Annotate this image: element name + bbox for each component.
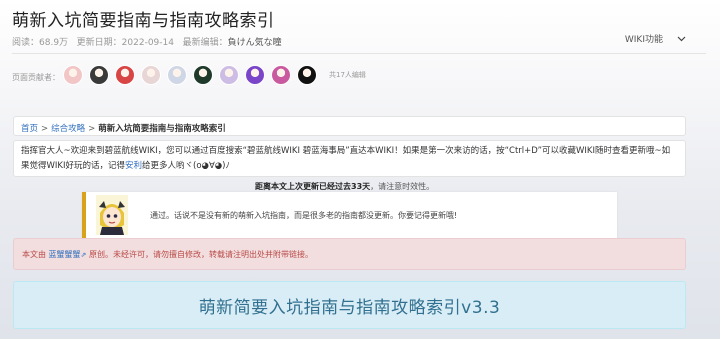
update-hint: ，请注意时效性。 (370, 182, 435, 191)
contributors-label: 页面贡献者： (12, 73, 60, 82)
breadcrumb-separator: > (88, 124, 96, 134)
copyright-notice: 本文由 蓝蟹蟹蟹⇗ 原创。未经许可，请勿擅自修改，转载请注明出处并附带链接。 (13, 238, 686, 270)
breadcrumb-separator: > (41, 124, 49, 134)
contributor-avatar[interactable] (219, 65, 239, 85)
editor-link[interactable]: 負けん気な瞳 (228, 38, 282, 48)
contributor-avatar[interactable] (193, 65, 213, 85)
header-divider (12, 53, 706, 54)
share-link[interactable]: 安利 (125, 161, 142, 171)
contributor-avatar[interactable] (141, 65, 161, 85)
contributor-avatar[interactable] (245, 65, 265, 85)
page-title: 萌新入坑简要指南与指南攻略索引 (12, 11, 275, 31)
updated-value: 2022-09-14 (121, 38, 174, 48)
chevron-down-icon (677, 31, 686, 45)
wiki-function-label: WIKI功能 (624, 34, 663, 45)
guide-banner: 萌新简要入坑指南与指南攻略索引v3.3 (13, 281, 686, 329)
wiki-function-menu[interactable]: WIKI功能 (625, 31, 686, 45)
contributor-avatar[interactable] (63, 65, 83, 85)
contributor-avatar[interactable] (167, 65, 187, 85)
breadcrumb-current: 萌新入坑简要指南与指南攻略索引 (98, 124, 226, 134)
views-label: 阅读： (12, 38, 40, 48)
update-notice: 距离本文上次更新已经过去33天，请注意时效性。 (255, 181, 434, 192)
tip-text: 通过。话说不是没有新的萌新入坑指南，而是很多老的指南都没更新。你要记得更新哦! (150, 210, 458, 220)
character-sticker-image (96, 195, 128, 235)
copyright-prefix: 本文由 (22, 250, 46, 259)
tip-box: 通过。话说不是没有新的萌新入坑指南，而是很多老的指南都没更新。你要记得更新哦! (82, 192, 617, 238)
page-meta: 阅读：68.9万 更新日期：2022-09-14 最新编辑：負けん気な瞳 (12, 35, 282, 48)
copyright-suffix: 原创。未经许可，请勿擅自修改，转载请注明出处并附带链接。 (88, 250, 313, 259)
contributor-avatar[interactable] (89, 65, 109, 85)
breadcrumb-home-link[interactable]: 首页 (21, 124, 38, 134)
external-link-icon: ⇗ (80, 251, 87, 259)
editor-label: 最新编辑： (182, 38, 228, 48)
breadcrumb: 首页 > 综合攻略 > 萌新入坑简要指南与指南攻略索引 (13, 116, 686, 136)
update-days-text: 距离本文上次更新已经过去33天 (255, 182, 371, 191)
contributor-avatar[interactable] (115, 65, 135, 85)
contributor-avatars: 共17人编辑 (63, 65, 366, 85)
welcome-notice: 指挥官大人~欢迎来到碧蓝航线WIKI，您可以通过百度搜索“碧蓝航线WIKI 碧蓝… (13, 140, 686, 177)
contributor-avatar[interactable] (297, 65, 317, 85)
contributor-avatar[interactable] (271, 65, 291, 85)
author-link[interactable]: 蓝蟹蟹蟹 (49, 250, 81, 259)
notice-text-end: 给更多人哟ヾ(o◕∀◕)ﾉ (142, 161, 230, 171)
views-value: 68.9万 (39, 38, 69, 48)
updated-label: 更新日期： (76, 38, 122, 48)
breadcrumb-parent-link[interactable]: 综合攻略 (51, 124, 85, 134)
notice-text: 指挥官大人~欢迎来到碧蓝航线WIKI，您可以通过百度搜索“碧蓝航线WIKI 碧蓝… (21, 146, 671, 171)
contributor-count[interactable]: 共17人编辑 (329, 70, 366, 80)
